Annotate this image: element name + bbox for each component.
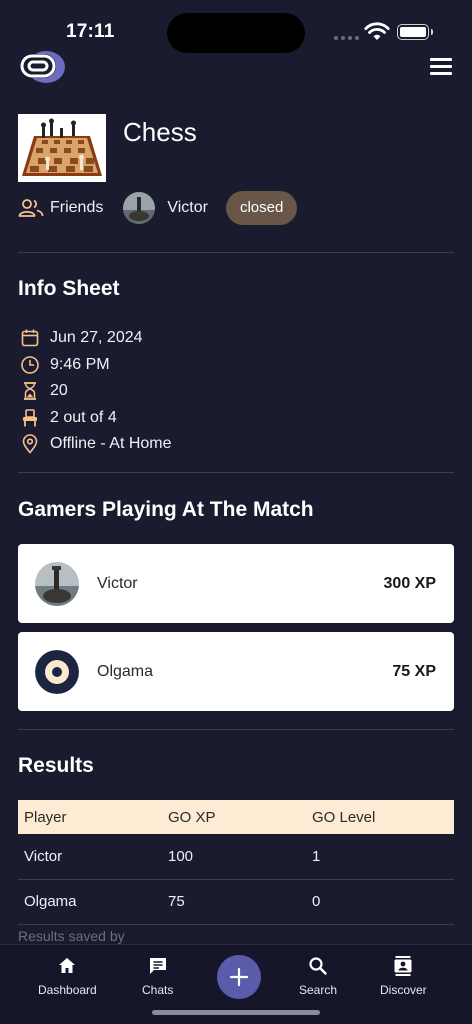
nav-label: Chats — [142, 983, 174, 997]
home-indicator — [152, 1010, 320, 1015]
column-header: GO Level — [306, 800, 454, 834]
results-note: Results saved by — [18, 928, 125, 944]
info-seats: 2 out of 4 — [20, 405, 172, 432]
table-header-row: Player GO XP GO Level — [18, 800, 454, 834]
player-card[interactable]: Olgama 75 XP — [18, 632, 454, 711]
info-date: Jun 27, 2024 — [20, 325, 172, 352]
dynamic-island — [167, 13, 305, 53]
info-sheet-list: Jun 27, 2024 9:46 PM 20 2 out of 4 Offli… — [20, 325, 172, 458]
nav-dashboard[interactable]: Dashboard — [38, 955, 97, 997]
game-title: Chess — [123, 117, 197, 147]
player-name: Olgama — [97, 662, 154, 680]
player-avatar — [35, 649, 79, 694]
info-time-text: 9:46 PM — [50, 355, 110, 373]
divider — [18, 729, 454, 730]
nav-discover[interactable]: Discover — [380, 955, 427, 997]
wifi-icon — [364, 22, 390, 40]
player-avatar — [35, 561, 79, 606]
host-avatar[interactable] — [123, 192, 156, 224]
player-xp: 75 XP — [392, 662, 436, 680]
table-cell: 0 — [306, 879, 454, 925]
info-location: Offline - At Home — [20, 431, 172, 458]
app-logo[interactable] — [18, 50, 66, 84]
column-header: Player — [18, 800, 162, 834]
table-cell: 100 — [162, 834, 306, 880]
table-cell: Victor — [18, 834, 162, 880]
player-name: Victor — [97, 574, 138, 592]
visibility-label: Friends — [50, 199, 104, 216]
contact-book-icon — [394, 956, 412, 976]
hourglass-icon — [24, 382, 36, 401]
friends-icon — [18, 199, 44, 217]
table-cell: Olgama — [18, 879, 162, 925]
status-badge: closed — [225, 191, 298, 225]
nav-chats[interactable]: Chats — [142, 955, 173, 997]
game-meta: Friends Victor closed — [18, 190, 298, 226]
info-duration: 20 — [20, 378, 172, 405]
player-card[interactable]: Victor 300 XP — [18, 544, 454, 623]
table-row: Olgama 75 0 — [18, 879, 454, 925]
column-header: GO XP — [162, 800, 306, 834]
battery-icon — [397, 24, 433, 40]
divider — [18, 252, 454, 253]
info-time: 9:46 PM — [20, 352, 172, 379]
status-bar: 17:11 — [0, 0, 472, 60]
table-cell: 1 — [306, 834, 454, 880]
table-cell: 75 — [162, 879, 306, 925]
create-button[interactable] — [217, 955, 261, 999]
table-row: Victor 100 1 — [18, 834, 454, 880]
nav-label: Search — [299, 983, 338, 997]
location-pin-icon — [22, 434, 38, 454]
nav-search[interactable]: Search — [299, 955, 337, 997]
clock-icon — [21, 355, 39, 374]
divider — [18, 472, 454, 473]
chat-icon — [149, 958, 166, 974]
plus-icon — [229, 967, 249, 987]
nav-label: Dashboard — [38, 983, 97, 997]
bottom-nav: Dashboard Chats Search Discover — [0, 944, 472, 1024]
player-xp: 300 XP — [383, 574, 436, 592]
info-seats-text: 2 out of 4 — [50, 408, 117, 426]
home-icon — [59, 958, 76, 973]
calendar-icon — [21, 329, 39, 347]
results-title: Results — [18, 754, 94, 777]
game-image — [18, 114, 106, 182]
info-location-text: Offline - At Home — [50, 435, 172, 453]
info-sheet-title: Info Sheet — [18, 277, 120, 300]
status-time: 17:11 — [66, 21, 115, 42]
info-date-text: Jun 27, 2024 — [50, 329, 143, 347]
host-name[interactable]: Victor — [167, 199, 208, 217]
signal-icon — [334, 36, 359, 40]
search-icon — [309, 957, 327, 975]
seat-icon — [23, 408, 37, 427]
nav-label: Discover — [380, 983, 427, 997]
hamburger-menu-icon[interactable] — [430, 58, 452, 76]
gamers-title: Gamers Playing At The Match — [18, 498, 314, 521]
results-table: Player GO XP GO Level Victor 100 1 Olgam… — [18, 800, 454, 925]
info-duration-text: 20 — [50, 382, 68, 400]
